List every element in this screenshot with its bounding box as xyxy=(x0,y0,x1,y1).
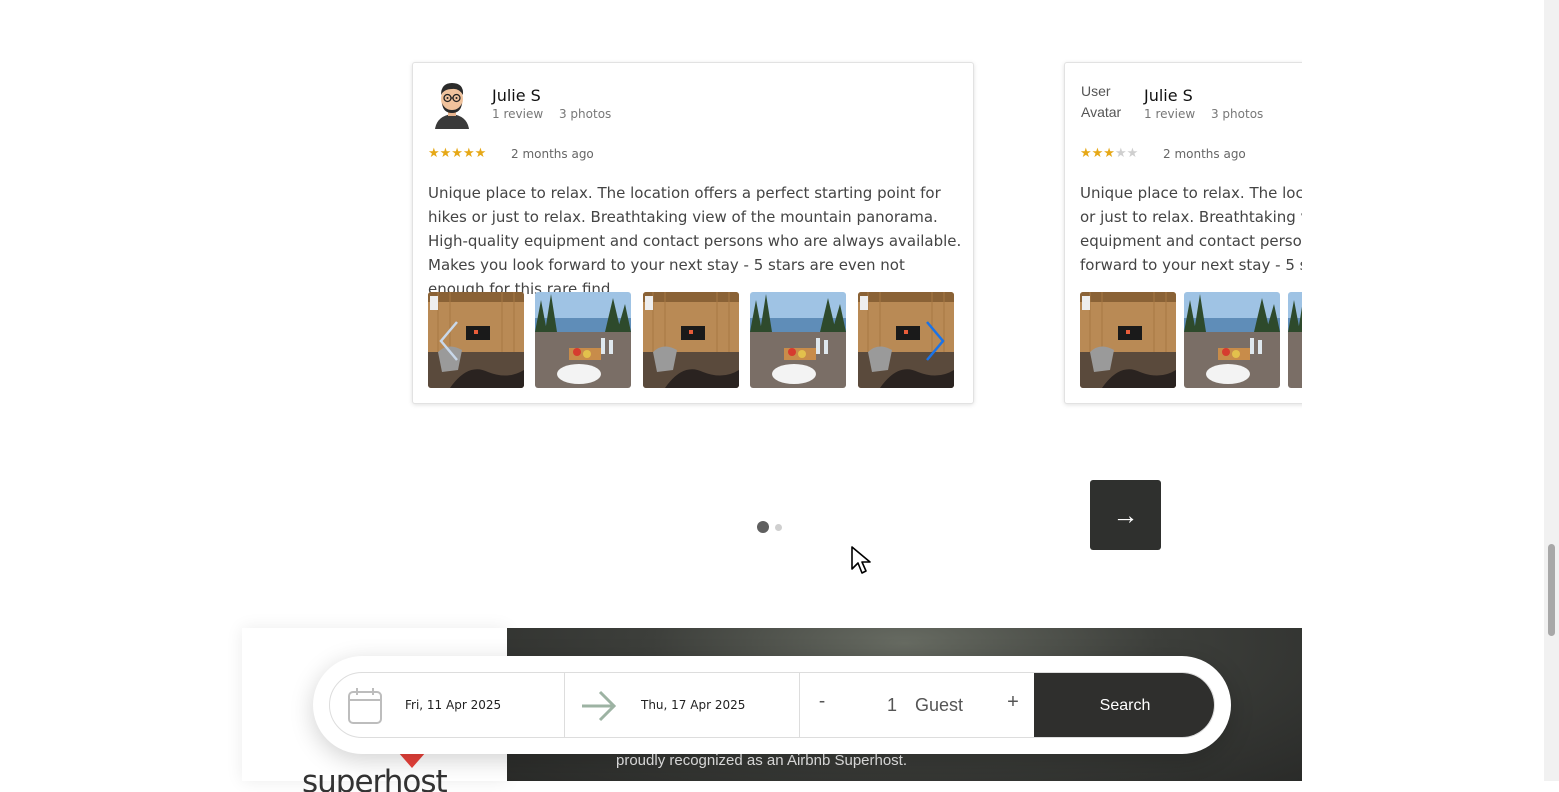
review-text-line: forward to your next stay - 5 sta xyxy=(1080,256,1302,274)
booking-search-bar: Fri, 11 Apr 2025 Thu, 17 Apr 2025 - 1 Gu… xyxy=(313,656,1231,754)
review-photo-terrace[interactable] xyxy=(1184,292,1280,388)
booking-fields: Fri, 11 Apr 2025 Thu, 17 Apr 2025 - 1 Gu… xyxy=(329,672,1215,738)
pagination-dot[interactable] xyxy=(775,524,782,531)
review-photo-terrace[interactable] xyxy=(535,292,631,388)
review-date: 2 months ago xyxy=(1163,147,1246,161)
field-divider xyxy=(564,673,565,737)
review-photo-interior[interactable] xyxy=(1080,292,1176,388)
checkout-date[interactable]: Thu, 17 Apr 2025 xyxy=(641,698,745,712)
superhost-logo-text: superhost xyxy=(302,764,448,792)
arrow-right-icon xyxy=(582,690,617,722)
guest-count: 1 xyxy=(887,695,898,715)
review-count: 1 review xyxy=(492,107,544,121)
pagination-dot-active[interactable] xyxy=(757,521,769,533)
checkin-date[interactable]: Fri, 11 Apr 2025 xyxy=(405,698,501,712)
filled-stars: ★★★ xyxy=(1080,145,1115,160)
chevron-right-icon[interactable] xyxy=(921,316,949,366)
search-button[interactable]: Search xyxy=(1034,673,1214,737)
scrollbar-thumb[interactable] xyxy=(1548,544,1555,636)
review-text: Unique place to relax. The locat or just … xyxy=(1080,181,1302,277)
review-photo-interior[interactable] xyxy=(643,292,739,388)
review-card: User Avatar Julie S 1 review 3 photos ★★… xyxy=(1064,62,1302,404)
review-photos xyxy=(1080,292,1302,388)
review-photos xyxy=(428,292,958,388)
star-rating: ★★★★★ xyxy=(1080,145,1138,161)
review-text-line: equipment and contact persons xyxy=(1080,232,1302,250)
photo-count: 3 photos xyxy=(1210,107,1264,121)
reviews-carousel: Julie S 1 review 3 photos ★★★★★ 2 months… xyxy=(405,55,1302,415)
increase-guests-button[interactable]: + xyxy=(1004,691,1022,714)
reviewer-name: Julie S xyxy=(1144,86,1193,105)
reviewer-meta: 1 review 3 photos xyxy=(492,107,623,121)
chevron-left-icon[interactable] xyxy=(435,316,463,366)
star-rating: ★★★★★ xyxy=(428,145,486,161)
review-photo-terrace[interactable] xyxy=(1288,292,1302,388)
review-text-line: or just to relax. Breathtaking vie xyxy=(1080,208,1302,226)
review-text: Unique place to relax. The location offe… xyxy=(428,184,962,298)
guest-label: Guest xyxy=(915,695,964,715)
superhost-description: proudly recognized as an Airbnb Superhos… xyxy=(616,752,908,769)
page-scrollbar[interactable] xyxy=(1544,0,1559,781)
filled-stars: ★★★★★ xyxy=(428,145,487,160)
decrease-guests-button[interactable]: - xyxy=(814,691,830,713)
reviewer-meta: 1 review 3 photos xyxy=(1144,107,1275,121)
photo-count: 3 photos xyxy=(558,107,612,121)
review-text-line: Unique place to relax. The locat xyxy=(1080,184,1302,202)
avatar-broken-image: User Avatar xyxy=(1081,83,1122,120)
carousel-next-button[interactable]: → xyxy=(1090,480,1161,550)
review-photo-terrace[interactable] xyxy=(750,292,846,388)
review-count: 1 review xyxy=(1144,107,1196,121)
review-card: Julie S 1 review 3 photos ★★★★★ 2 months… xyxy=(412,62,974,404)
mouse-cursor-icon xyxy=(851,546,871,574)
superhost-logo: superhost xyxy=(302,752,452,792)
empty-stars: ★★ xyxy=(1114,145,1139,160)
reviewer-name: Julie S xyxy=(492,86,541,105)
review-date: 2 months ago xyxy=(511,147,594,161)
avatar-icon xyxy=(429,79,475,129)
calendar-icon[interactable] xyxy=(347,687,383,725)
field-divider xyxy=(799,673,800,737)
